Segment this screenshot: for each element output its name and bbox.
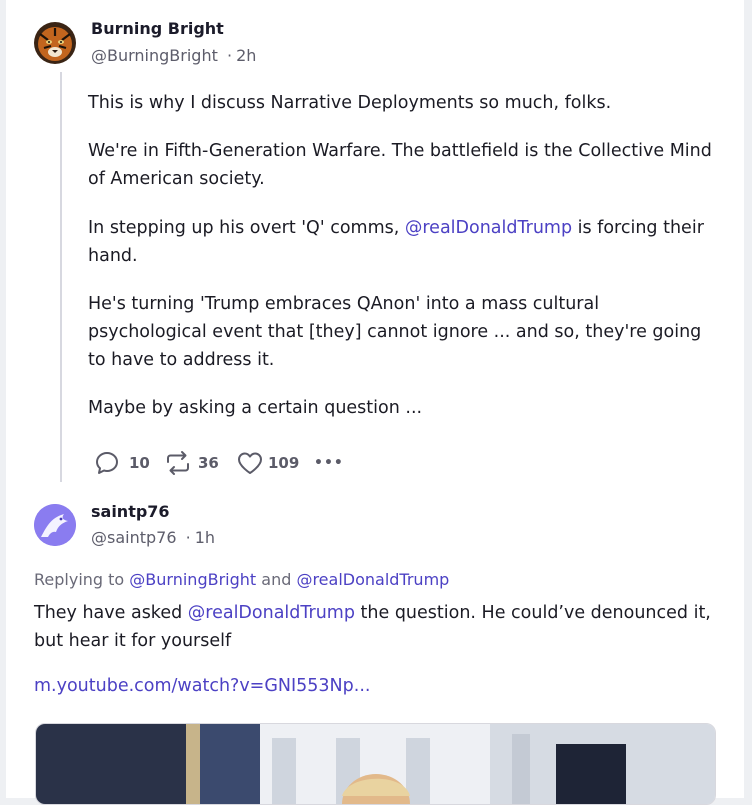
like-count: 109 [268,454,300,472]
reply-author-handle[interactable]: @saintp76 [91,528,177,547]
avatar-burningbright[interactable] [34,22,76,64]
meta-separator: · [226,46,233,65]
mention-realdonaldtrump[interactable]: @realDonaldTrump [188,603,355,623]
eagle-avatar-image [34,504,76,546]
post-paragraph-2: We're in Fifth-Generation Warfare. The b… [88,141,712,189]
post-paragraph-1: This is why I discuss Narrative Deployme… [88,93,612,113]
repost-button[interactable]: 36 [164,446,219,480]
repost-count: 36 [198,454,219,472]
replying-and: and [256,570,297,589]
tiger-avatar-image [34,22,76,64]
thread-line [60,72,62,482]
avatar-saintp76[interactable] [34,504,76,546]
mention-realdonaldtrump[interactable]: @realDonaldTrump [296,570,449,589]
feed-card: Burning Bright @BurningBright · 2h This i… [6,0,744,805]
more-options-button[interactable]: ••• [314,446,344,480]
reply-count: 10 [129,454,150,472]
reply-button[interactable]: 10 [94,446,150,480]
replying-to-prefix: Replying to [34,570,130,589]
post-paragraph-3: In stepping up his overt 'Q' comms, @rea… [88,214,718,270]
video-thumbnail[interactable] [35,723,716,805]
meta-separator: · [185,528,191,547]
post-author-name[interactable]: Burning Bright [91,19,224,38]
mention-realdonaldtrump[interactable]: @realDonaldTrump [405,218,572,238]
replying-to-line: Replying to @BurningBright and @realDona… [34,570,449,589]
post-author-handle[interactable]: @BurningBright [91,46,218,65]
reply-timestamp[interactable]: 1h [195,528,215,547]
more-dots-icon: ••• [314,455,344,471]
reply-author-meta: @saintp76 · 1h [91,528,215,547]
like-button[interactable]: 109 [236,446,299,480]
post-paragraph-5: Maybe by asking a certain question ... [88,398,423,418]
post-paragraph-4: He's turning 'Trump embraces QAnon' into… [88,294,702,370]
heart-icon [238,452,262,474]
reply-body: They have asked @realDonaldTrump the que… [34,599,714,655]
mention-burningbright[interactable]: @BurningBright [129,570,256,589]
reply-author-name[interactable]: saintp76 [91,502,170,521]
video-still-image [36,724,715,804]
speech-bubble-icon [96,452,118,474]
post-timestamp[interactable]: 2h [236,46,256,65]
youtube-link[interactable]: m.youtube.com/watch?v=GNI553Np... [34,676,370,696]
repost-arrows-icon [167,451,189,475]
post-author-meta: @BurningBright · 2h [91,46,256,65]
post-paragraph-3-start: In stepping up his overt 'Q' comms, [88,218,405,238]
reply-text-start: They have asked [34,603,188,623]
